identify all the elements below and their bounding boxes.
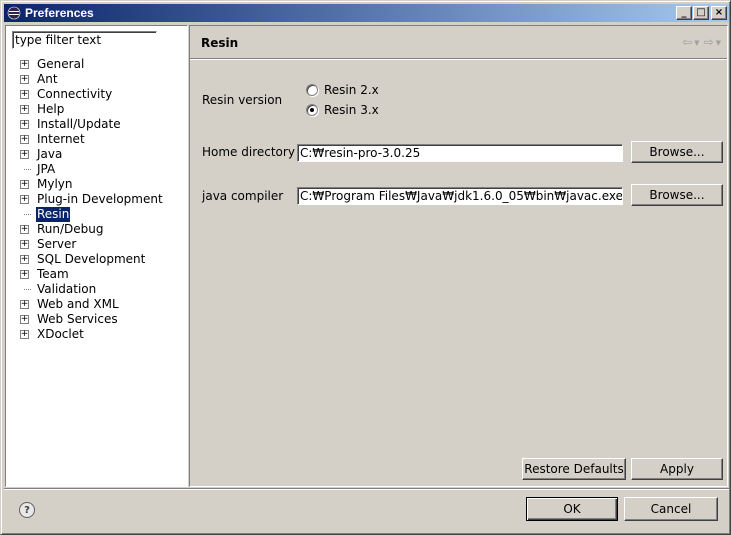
title-bar[interactable]: Preferences _ □ × <box>4 4 729 22</box>
preferences-window: Preferences _ □ × type filter text + Gene… <box>0 0 731 535</box>
window-title: Preferences <box>25 6 94 20</box>
preference-tree: + General + Ant + Connectivity + Help + Install/U… <box>6 57 187 342</box>
expand-plus-icon[interactable]: + <box>20 120 29 129</box>
tree-item-jpa[interactable]: JPA <box>6 162 187 177</box>
tree-item-label: Internet <box>37 132 85 146</box>
radio-resin-3[interactable]: Resin 3.x <box>306 103 379 117</box>
cancel-button[interactable]: Cancel <box>624 497 718 521</box>
ok-button[interactable]: OK <box>526 497 618 521</box>
tree-item-label: General <box>37 57 85 71</box>
expand-plus-icon[interactable]: + <box>20 150 29 159</box>
tree-item-label: Team <box>37 267 69 281</box>
expand-plus-icon[interactable]: + <box>20 180 29 189</box>
tree-item-team[interactable]: + Team <box>6 267 187 282</box>
tree-item-server[interactable]: + Server <box>6 237 187 252</box>
expand-plus-icon[interactable]: + <box>20 270 29 279</box>
footer-divider <box>4 488 729 490</box>
radio-resin-2[interactable]: Resin 2.x <box>306 83 379 97</box>
tree-item-web-services[interactable]: + Web Services <box>6 312 187 327</box>
preference-tree-pane: type filter text + General + Ant + Connectivi… <box>5 25 188 487</box>
tree-item-label: Validation <box>37 282 97 296</box>
tree-item-label: XDoclet <box>37 327 84 341</box>
forward-arrow-icon[interactable]: ⇨ <box>704 35 714 49</box>
page-title: Resin <box>201 36 239 50</box>
tree-item-web-and-xml[interactable]: + Web and XML <box>6 297 187 312</box>
expand-plus-icon[interactable]: + <box>20 135 29 144</box>
browse-compiler-button[interactable]: Browse... <box>631 184 723 206</box>
history-nav: ⇦ ▼ ⇨ ▼ <box>678 35 721 49</box>
home-directory-field[interactable]: C:₩resin-pro-3.0.25 <box>297 144 623 162</box>
eclipse-icon <box>6 5 22 21</box>
tree-item-label: Mylyn <box>37 177 73 191</box>
tree-item-label: Run/Debug <box>37 222 104 236</box>
tree-item-label: Web Services <box>37 312 118 326</box>
expand-plus-icon[interactable]: + <box>20 300 29 309</box>
expand-plus-icon[interactable]: + <box>20 255 29 264</box>
resin-version-label: Resin version <box>202 93 283 107</box>
tree-item-label: Web and XML <box>37 297 119 311</box>
apply-button[interactable]: Apply <box>631 458 723 480</box>
tree-item-internet[interactable]: + Internet <box>6 132 187 147</box>
tree-item-label: JPA <box>37 162 56 176</box>
radio-button-icon[interactable] <box>306 84 318 96</box>
radio-button-checked-icon[interactable] <box>306 104 318 116</box>
expand-plus-icon[interactable]: + <box>20 240 29 249</box>
back-arrow-icon[interactable]: ⇦ <box>682 35 692 49</box>
back-dropdown-icon[interactable]: ▼ <box>694 35 699 49</box>
expand-plus-icon[interactable]: + <box>20 105 29 114</box>
tree-item-label: Plug-in Development <box>37 192 163 206</box>
tree-item-general[interactable]: + General <box>6 57 187 72</box>
tree-item-label: Resin <box>34 206 72 223</box>
tree-item-run-debug[interactable]: + Run/Debug <box>6 222 187 237</box>
tree-item-ant[interactable]: + Ant <box>6 72 187 87</box>
tree-item-label: Java <box>37 147 63 161</box>
tree-connector <box>24 214 31 215</box>
expand-plus-icon[interactable]: + <box>20 315 29 324</box>
tree-item-connectivity[interactable]: + Connectivity <box>6 87 187 102</box>
tree-item-java[interactable]: + Java <box>6 147 187 162</box>
page-header: Resin ⇦ ▼ ⇨ ▼ <box>190 26 727 59</box>
preference-page: Resin ⇦ ▼ ⇨ ▼ Resin version Resin 2.x Resi… <box>189 25 728 487</box>
expand-plus-icon[interactable]: + <box>20 60 29 69</box>
tree-connector <box>24 169 31 170</box>
expand-plus-icon[interactable]: + <box>20 195 29 204</box>
tree-connector <box>24 289 31 290</box>
tree-item-label: Connectivity <box>37 87 113 101</box>
expand-plus-icon[interactable]: + <box>20 90 29 99</box>
maximize-button[interactable]: □ <box>693 6 709 20</box>
expand-plus-icon[interactable]: + <box>20 330 29 339</box>
tree-item-help[interactable]: + Help <box>6 102 187 117</box>
filter-input[interactable]: type filter text <box>12 31 157 49</box>
tree-item-resin[interactable]: Resin <box>6 206 187 223</box>
help-icon[interactable]: ? <box>19 502 35 518</box>
tree-item-label: Install/Update <box>37 117 121 131</box>
restore-defaults-button[interactable]: Restore Defaults <box>522 458 626 480</box>
tree-item-validation[interactable]: Validation <box>6 282 187 297</box>
tree-item-mylyn[interactable]: + Mylyn <box>6 177 187 192</box>
minimize-button[interactable]: _ <box>676 6 692 20</box>
browse-home-button[interactable]: Browse... <box>631 141 723 163</box>
tree-item-sql-development[interactable]: + SQL Development <box>6 252 187 267</box>
java-compiler-field[interactable]: C:₩Program Files₩Java₩jdk1.6.0_05₩bin₩ja… <box>297 187 623 205</box>
tree-item-label: Ant <box>37 72 58 86</box>
tree-item-plug-in-development[interactable]: + Plug-in Development <box>6 192 187 207</box>
home-directory-label: Home directory <box>202 145 295 159</box>
close-button[interactable]: × <box>711 6 727 20</box>
tree-item-label: SQL Development <box>37 252 146 266</box>
radio-resin-3-label: Resin 3.x <box>324 103 379 117</box>
tree-item-xdoclet[interactable]: + XDoclet <box>6 327 187 342</box>
expand-plus-icon[interactable]: + <box>20 225 29 234</box>
radio-resin-2-label: Resin 2.x <box>324 83 379 97</box>
expand-plus-icon[interactable]: + <box>20 75 29 84</box>
java-compiler-label: java compiler <box>202 189 284 203</box>
tree-item-label: Help <box>37 102 65 116</box>
tree-item-install-update[interactable]: + Install/Update <box>6 117 187 132</box>
forward-dropdown-icon[interactable]: ▼ <box>716 35 721 49</box>
tree-item-label: Server <box>37 237 77 251</box>
